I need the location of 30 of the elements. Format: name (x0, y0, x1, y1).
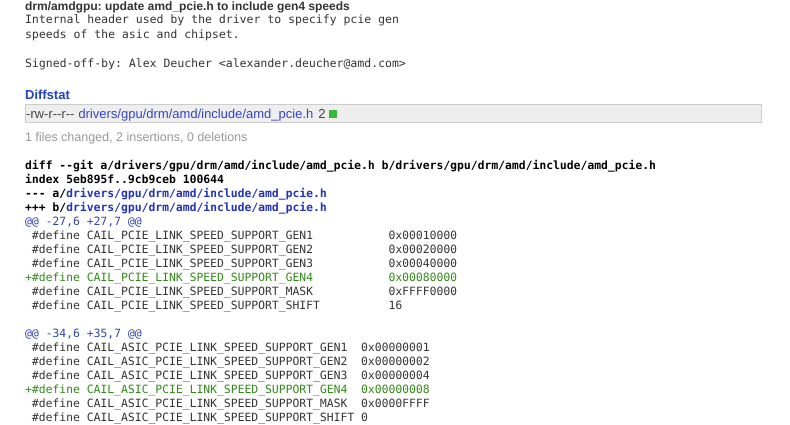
file-prefix: --- a/ (25, 186, 66, 200)
commit-message-line: speeds of the asic and chipset. (25, 26, 241, 41)
code-line: #define CAIL_PCIE_LINK_SPEED_SUPPORT_GEN2 0x00020000 (30, 242, 458, 256)
insertion-bar (329, 110, 338, 118)
file-link[interactable]: drivers/gpu/drm/amd/include/amd_pcie.h (78, 105, 314, 122)
code-line: #define CAIL_PCIE_LINK_SPEED_SUPPORT_GEN3 0x00040000 (30, 256, 458, 270)
diff-header-line: index 5eb895f..9cb9ceb 100644 (25, 172, 225, 186)
diffstat-summary: 1 files changed, 2 insertions, 0 deletions (25, 130, 248, 145)
file-link[interactable]: drivers/gpu/drm/amd/include/amd_pcie.h (66, 200, 327, 214)
file-mode: -rw-r--r-- (26, 105, 74, 122)
code-line: #define CAIL_ASIC_PCIE_LINK_SPEED_SUPPORT_GEN3 0x00000004 (30, 368, 431, 382)
code-line: #define CAIL_ASIC_PCIE_LINK_SPEED_SUPPORT_SHIFT 0 (30, 410, 369, 424)
code-line: #define CAIL_ASIC_PCIE_LINK_SPEED_SUPPORT_GEN2 0x00000002 (30, 354, 431, 368)
code-line: #define CAIL_PCIE_LINK_SPEED_SUPPORT_SHIFT 16 (30, 298, 404, 312)
commit-message-line: Internal header used by the driver to specify pcie gen (25, 12, 400, 26)
added-code-line: +#define CAIL_ASIC_PCIE_LINK_SPEED_SUPPORT_GEN4 0x00000008 (25, 382, 431, 396)
diffstat-heading: Diffstat (25, 87, 71, 103)
change-count: 2 (318, 105, 326, 122)
code-line: #define CAIL_ASIC_PCIE_LINK_SPEED_SUPPORT_MASK 0x0000FFFF (30, 396, 431, 410)
commit-title: drm/amdgpu: update amd_pcie.h to include gen4 speeds (25, 0, 351, 12)
hunk-header: @@ -27,6 +27,7 @@ (25, 214, 143, 228)
code-line: #define CAIL_PCIE_LINK_SPEED_SUPPORT_MASK 0xFFFF0000 (30, 284, 458, 298)
file-prefix: +++ b/ (25, 200, 66, 214)
diff-header-line: diff --git a/drivers/gpu/drm/amd/include/amd_pcie.h b/drivers/gpu/drm/amd/include/amd_pcie.h (25, 158, 657, 172)
code-line: #define CAIL_ASIC_PCIE_LINK_SPEED_SUPPORT_GEN1 0x00000001 (30, 340, 431, 354)
added-code-line: +#define CAIL_PCIE_LINK_SPEED_SUPPORT_GEN4 0x00080000 (25, 270, 458, 284)
commit-message-line: Signed-off-by: Alex Deucher <alexander.deucher@amd.com> (25, 56, 407, 70)
code-line: #define CAIL_PCIE_LINK_SPEED_SUPPORT_GEN1 0x00010000 (30, 228, 458, 242)
file-link[interactable]: drivers/gpu/drm/amd/include/amd_pcie.h (66, 186, 327, 200)
hunk-header: @@ -34,6 +35,7 @@ (25, 326, 143, 340)
